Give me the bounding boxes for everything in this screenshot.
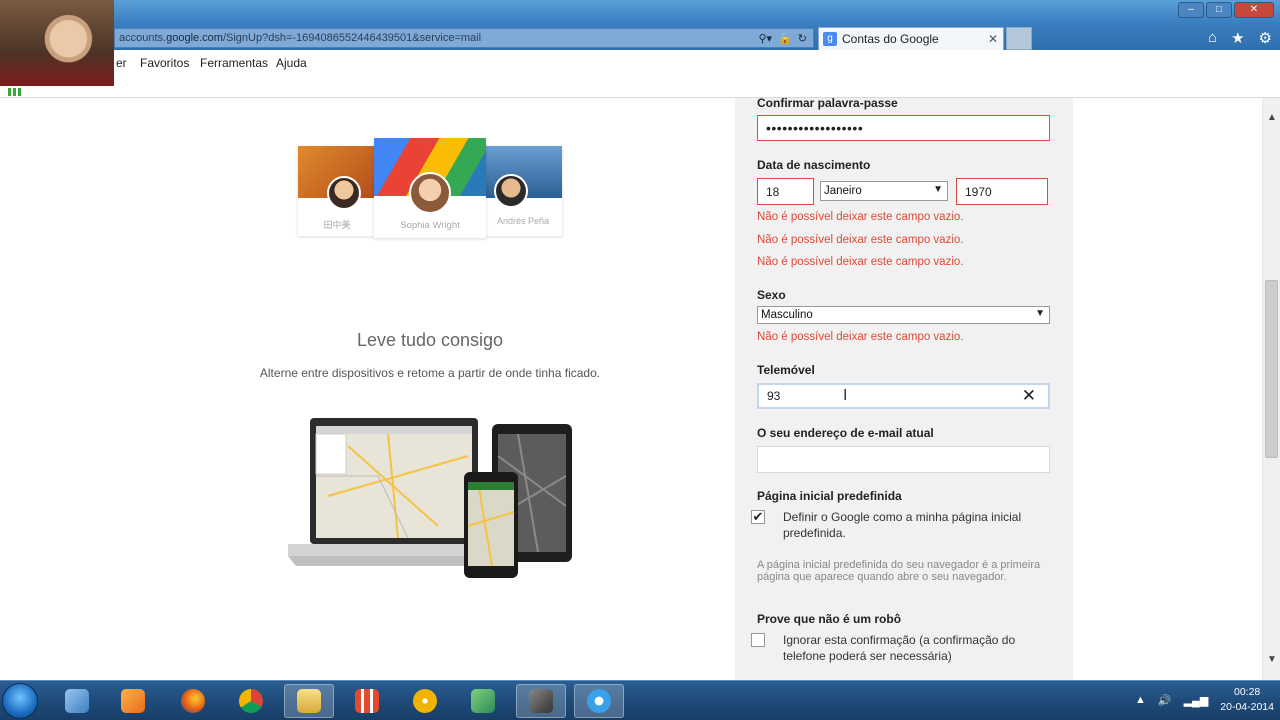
tab-contas-do-google[interactable]: g Contas do Google ✕ [818, 27, 1004, 50]
person-card-right: Andrés Peña [484, 146, 562, 236]
person-card-left: 田中美 [298, 146, 376, 236]
homepage-checkbox-label: Definir o Google como a minha página ini… [783, 510, 1022, 540]
email-label: O seu endereço de e-mail atual [757, 426, 934, 440]
close-window-button[interactable]: ✕ [1234, 2, 1274, 18]
robot-label: Prove que não é um robô [757, 612, 902, 626]
menu-ferramentas[interactable]: Ferramentas [200, 56, 268, 70]
homepage-help-text: A página inicial predefinida do seu nave… [757, 559, 1041, 583]
page-content: 田中美 Sophia Wright Andrés Peña Leve tudo … [0, 98, 1262, 680]
clock-time: 00:28 [1234, 686, 1261, 698]
text-cursor-icon: I [843, 387, 848, 404]
browser-toolbar-icons: ⌂ ★ ⚙ [1208, 29, 1272, 47]
person-name: Sophia Wright [400, 220, 460, 231]
taskbar-remote-icon[interactable] [52, 684, 102, 718]
avatar [494, 174, 528, 208]
phone-input[interactable]: 93 I ✕ [757, 383, 1050, 409]
google-favicon-icon: g [823, 32, 837, 46]
network-signal-icon[interactable]: ▂▄▆ [1184, 694, 1209, 707]
taskbar-users-icon[interactable] [458, 684, 508, 718]
promo-title: Leve tudo consigo [356, 330, 504, 350]
clock[interactable]: 00:28 20-04-2014 [1220, 685, 1274, 715]
birthdate-label: Data de nascimento [757, 158, 871, 172]
people-illustration: 田中美 Sophia Wright Andrés Peña [298, 138, 562, 238]
email-input[interactable] [757, 446, 1050, 473]
taskbar-internet-explorer-icon[interactable] [574, 684, 624, 718]
minimize-button[interactable]: – [1178, 2, 1204, 18]
refresh-icon[interactable]: ↻ [798, 32, 807, 45]
taskbar-firefox-icon[interactable] [168, 684, 218, 718]
page-scrollbar[interactable]: ▲ ▼ [1262, 98, 1280, 680]
taskbar-disc-icon[interactable] [400, 684, 450, 718]
signup-form: Confirmar palavra-passe ••••••••••••••••… [735, 98, 1073, 680]
homepage-label: Página inicial predefinida [757, 489, 902, 503]
gender-error: Não é possível deixar este campo vazio. [757, 331, 964, 343]
birth-month-select[interactable]: Janeiro ▼ [820, 181, 948, 201]
person-name: Andrés Peña [496, 216, 550, 226]
menu-ajuda[interactable]: Ajuda [276, 56, 307, 70]
phone-label: Telemóvel [757, 363, 815, 377]
birth-month-value: Janeiro [824, 185, 862, 197]
avatar [409, 172, 451, 214]
new-tab-button[interactable] [1006, 27, 1032, 50]
gender-select[interactable]: Masculino ▼ [757, 306, 1050, 324]
windows-taskbar: ▲ 🔊 ▂▄▆ 00:28 20-04-2014 [0, 680, 1280, 720]
scroll-down-icon[interactable]: ▼ [1267, 654, 1277, 665]
tray-expand-icon[interactable]: ▲ [1135, 694, 1146, 706]
taskbar-apps-grid-icon[interactable] [342, 684, 392, 718]
birth-year-input[interactable]: 1970 [956, 178, 1048, 205]
birth-day-input[interactable]: 18 [757, 178, 814, 205]
gender-label: Sexo [757, 288, 786, 302]
homepage-checkbox[interactable]: ✔ [751, 510, 765, 524]
taskbar-media-player-icon[interactable] [108, 684, 158, 718]
signal-bars-icon [8, 88, 21, 96]
favorites-star-icon[interactable]: ★ [1231, 29, 1244, 47]
robot-checkbox-label: Ignorar esta confirmação (a confirmação … [783, 633, 1016, 663]
taskbar-chrome-icon[interactable] [226, 684, 276, 718]
clear-x-icon[interactable]: ✕ [1022, 386, 1036, 406]
avatar [327, 176, 361, 210]
gender-value: Masculino [761, 309, 813, 321]
menu-ver[interactable]: er [116, 56, 127, 70]
tab-title: Contas do Google [842, 32, 939, 46]
confirm-password-input[interactable]: •••••••••••••••••• [757, 115, 1050, 141]
home-icon[interactable]: ⌂ [1208, 29, 1217, 47]
person-card-center: Sophia Wright [374, 138, 486, 238]
phone-value: 93 [767, 389, 781, 403]
clock-date: 20-04-2014 [1220, 701, 1274, 713]
webcam-overlay [0, 0, 114, 86]
chevron-down-icon: ▼ [933, 184, 943, 195]
window-controls: – □ ✕ [1178, 2, 1274, 18]
search-icon[interactable]: ⚲▾ [759, 32, 773, 45]
birth-day-error: Não é possível deixar este campo vazio. [757, 211, 964, 223]
system-tray: ▲ 🔊 ▂▄▆ 00:28 20-04-2014 [1135, 685, 1274, 715]
start-button[interactable] [2, 683, 38, 719]
taskbar-explorer-icon[interactable] [284, 684, 334, 718]
volume-icon[interactable]: 🔊 [1158, 694, 1172, 707]
confirm-password-label: Confirmar palavra-passe [757, 98, 898, 110]
scroll-up-icon[interactable]: ▲ [1267, 112, 1277, 123]
scrollbar-thumb[interactable] [1265, 280, 1278, 458]
address-bar[interactable]: accounts.google.com/SignUp?dsh=-16940865… [114, 28, 814, 48]
chevron-down-icon: ▼ [1035, 308, 1045, 319]
menu-bar: er Favoritos Ferramentas Ajuda [0, 50, 1280, 98]
maximize-button[interactable]: □ [1206, 2, 1232, 18]
menu-favoritos[interactable]: Favoritos [140, 56, 189, 70]
devices-illustration [288, 418, 572, 578]
birth-month-error: Não é possível deixar este campo vazio. [757, 234, 964, 246]
promo-column: 田中美 Sophia Wright Andrés Peña Leve tudo … [0, 98, 735, 680]
taskbar-game-icon[interactable] [516, 684, 566, 718]
promo-subtitle: Alterne entre dispositivos e retome a pa… [259, 366, 601, 380]
person-name: 田中美 [323, 220, 351, 230]
close-tab-icon[interactable]: ✕ [988, 32, 998, 46]
lock-icon[interactable]: 🔒 [778, 32, 792, 45]
birth-year-error: Não é possível deixar este campo vazio. [757, 256, 964, 268]
url-text[interactable]: accounts.google.com/SignUp?dsh=-16940865… [115, 32, 759, 44]
settings-gear-icon[interactable]: ⚙ [1259, 29, 1272, 47]
robot-checkbox[interactable] [751, 633, 765, 647]
